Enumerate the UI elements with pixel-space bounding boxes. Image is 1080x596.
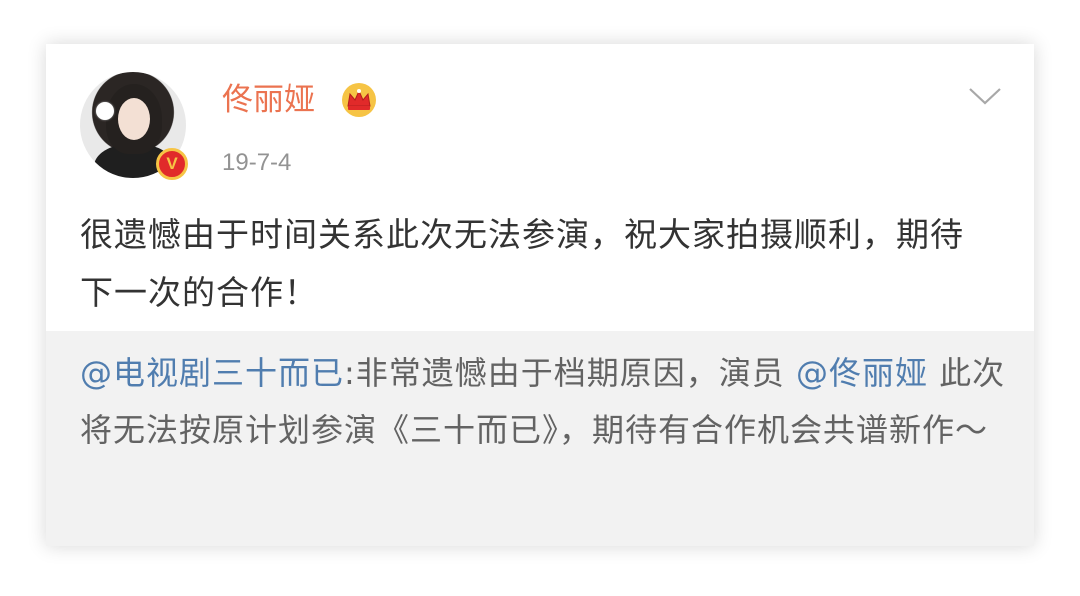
repost-source-mention[interactable]: @电视剧三十而已 [80, 354, 344, 392]
repost-text: @电视剧三十而已:非常遗憾由于档期原因，演员 @佟丽娅 此次将无法按原计划参演《… [80, 345, 1010, 459]
weibo-post-card: V 佟丽娅 19-7-4 很遗憾由于时间关系此次无法参演，祝大家拍摄顺利，期待下… [46, 44, 1034, 546]
repost-separator: : [344, 354, 356, 392]
avatar-flower [96, 102, 114, 120]
avatar-face [118, 98, 150, 140]
repost-block[interactable]: @电视剧三十而已:非常遗憾由于档期原因，演员 @佟丽娅 此次将无法按原计划参演《… [46, 331, 1034, 546]
verified-v-icon: V [156, 148, 188, 180]
post-text: 很遗憾由于时间关系此次无法参演，祝大家拍摄顺利，期待下一次的合作！ [80, 215, 964, 312]
repost-inner-mention[interactable]: @佟丽娅 [796, 354, 928, 392]
chevron-down-icon[interactable] [968, 86, 1002, 106]
repost-text-part1: 非常遗憾由于档期原因，演员 [355, 354, 796, 392]
username[interactable]: 佟丽娅 [222, 80, 315, 120]
post-timestamp: 19-7-4 [222, 149, 292, 176]
crown-icon [342, 83, 376, 117]
